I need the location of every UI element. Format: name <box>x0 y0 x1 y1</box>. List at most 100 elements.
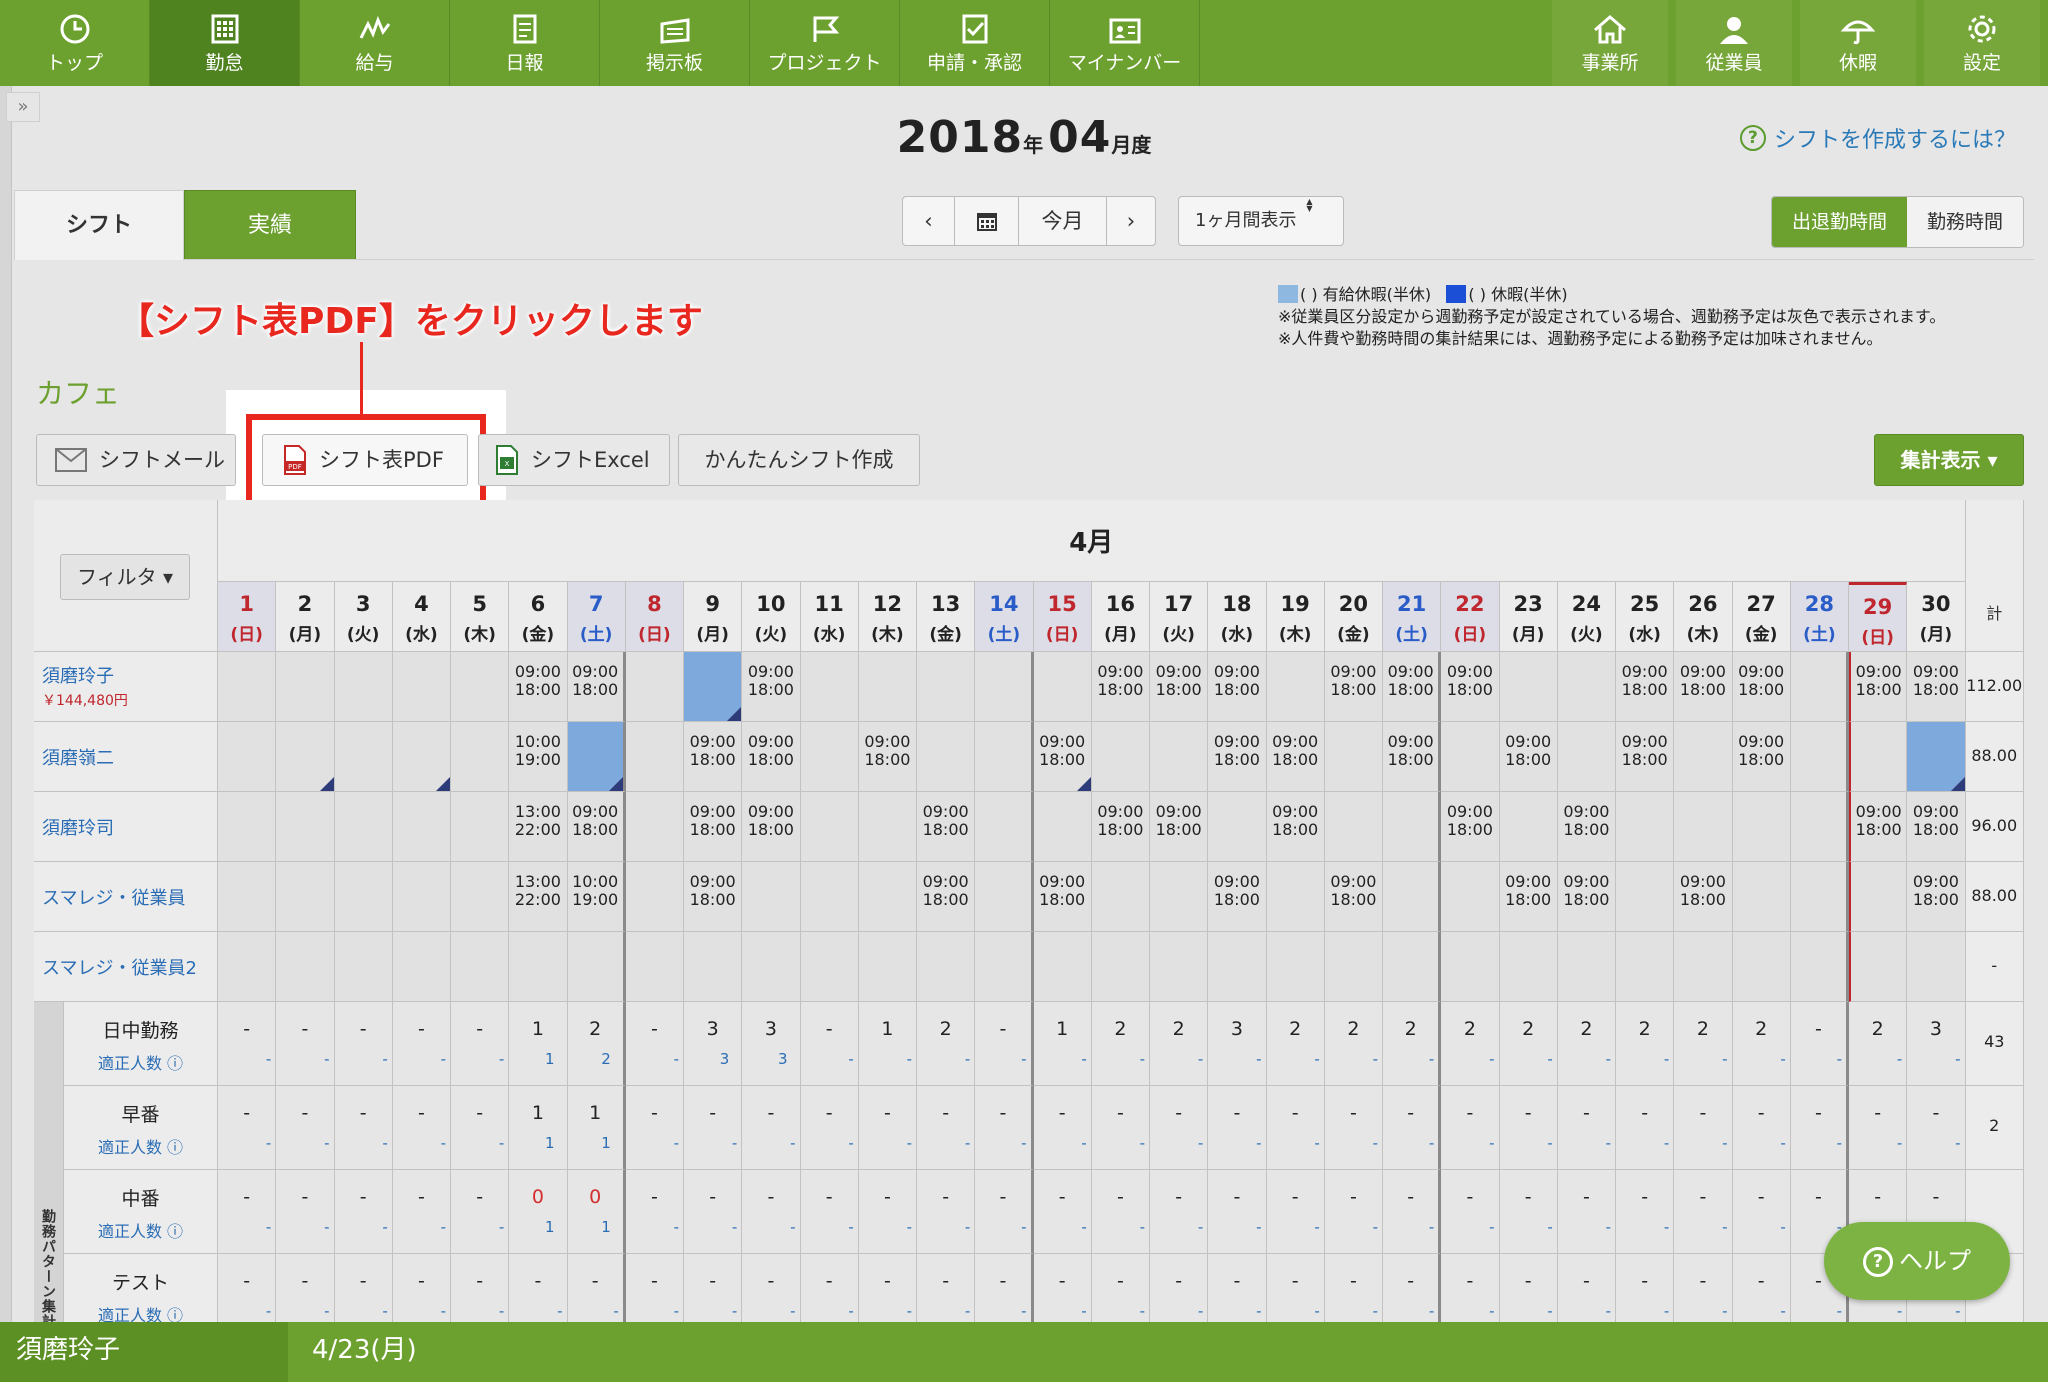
shift-cell[interactable] <box>509 932 568 1002</box>
shift-cell[interactable]: 09:00 18:00 <box>1208 652 1267 722</box>
shift-cell[interactable]: 09:00 18:00 <box>1557 792 1616 862</box>
shift-cell[interactable] <box>1674 722 1733 792</box>
pattern-sub[interactable]: 適正人数 ⓘ <box>64 1218 217 1242</box>
shift-cell[interactable] <box>334 862 393 932</box>
shift-cell[interactable] <box>1324 792 1383 862</box>
shift-cell[interactable]: 09:00 18:00 <box>1732 722 1791 792</box>
shift-cell[interactable] <box>218 722 277 792</box>
nav-kyuyo[interactable]: 給与 <box>300 0 450 86</box>
shift-cell[interactable]: 09:00 18:00 <box>1499 722 1558 792</box>
toggle-clock-time[interactable]: 出退勤時間 <box>1771 197 1907 247</box>
shift-cell[interactable] <box>1907 722 1966 792</box>
shift-cell[interactable] <box>1033 652 1092 722</box>
shift-cell[interactable] <box>1616 792 1675 862</box>
shift-cell[interactable] <box>1383 932 1442 1002</box>
shift-cell[interactable] <box>975 792 1034 862</box>
shift-cell[interactable] <box>451 862 510 932</box>
shift-cell[interactable]: 09:00 18:00 <box>684 722 743 792</box>
shift-excel-button[interactable]: X シフトExcel <box>478 434 670 486</box>
shift-cell[interactable]: 09:00 18:00 <box>917 862 976 932</box>
shift-cell[interactable]: 10:00 19:00 <box>567 862 626 932</box>
shift-cell[interactable] <box>858 652 917 722</box>
shift-cell[interactable] <box>1557 722 1616 792</box>
shift-cell[interactable] <box>567 722 626 792</box>
aggregate-display-button[interactable]: 集計表示 ▾ <box>1874 434 2024 486</box>
shift-cell[interactable] <box>917 722 976 792</box>
shift-cell[interactable] <box>1499 932 1558 1002</box>
shift-cell[interactable] <box>276 792 335 862</box>
nav-kintai[interactable]: 勤怠 <box>150 0 300 86</box>
shift-cell[interactable] <box>1324 722 1383 792</box>
shift-cell[interactable] <box>1208 932 1267 1002</box>
shift-cell[interactable] <box>1849 722 1908 792</box>
pattern-sub[interactable]: 適正人数 ⓘ <box>64 1050 217 1074</box>
shift-cell[interactable] <box>392 722 451 792</box>
filter-dropdown[interactable]: フィルタ ▾ <box>60 554 190 600</box>
calendar-button[interactable] <box>955 197 1019 245</box>
shift-cell[interactable] <box>1091 862 1150 932</box>
tab-actual[interactable]: 実績 <box>184 190 356 260</box>
shift-cell[interactable] <box>1616 862 1675 932</box>
shift-cell[interactable] <box>1674 792 1733 862</box>
shift-cell[interactable]: 09:00 18:00 <box>917 792 976 862</box>
nav-jigyosho[interactable]: 事業所 <box>1548 0 1668 86</box>
employee-row-name[interactable]: 須磨玲司 <box>34 792 218 862</box>
shift-cell[interactable] <box>1907 932 1966 1002</box>
shift-cell[interactable]: 09:00 18:00 <box>1033 722 1092 792</box>
shift-cell[interactable] <box>1790 652 1849 722</box>
shift-cell[interactable]: 09:00 18:00 <box>1324 862 1383 932</box>
shift-cell[interactable] <box>276 652 335 722</box>
next-month-button[interactable]: › <box>1107 197 1155 245</box>
shift-cell[interactable]: 09:00 18:00 <box>1383 722 1442 792</box>
shift-cell[interactable]: 09:00 18:00 <box>742 722 801 792</box>
shift-cell[interactable]: 09:00 18:00 <box>1849 652 1908 722</box>
shift-cell[interactable] <box>1150 932 1209 1002</box>
shift-cell[interactable] <box>218 932 277 1002</box>
shift-cell[interactable]: 09:00 18:00 <box>684 862 743 932</box>
shift-cell[interactable] <box>975 932 1034 1002</box>
shift-cell[interactable] <box>1499 652 1558 722</box>
shift-cell[interactable]: 09:00 18:00 <box>1383 652 1442 722</box>
shift-cell[interactable] <box>684 652 743 722</box>
shift-cell[interactable] <box>276 862 335 932</box>
shift-cell[interactable] <box>858 862 917 932</box>
pattern-sub[interactable]: 適正人数 ⓘ <box>64 1134 217 1158</box>
shift-cell[interactable]: 09:00 18:00 <box>1732 652 1791 722</box>
shift-cell[interactable] <box>1383 862 1442 932</box>
shift-cell[interactable] <box>1441 862 1500 932</box>
shift-cell[interactable] <box>334 792 393 862</box>
tab-shift[interactable]: シフト <box>14 190 184 260</box>
shift-cell[interactable] <box>451 792 510 862</box>
shift-cell[interactable] <box>334 722 393 792</box>
shift-cell[interactable] <box>858 932 917 1002</box>
shift-cell[interactable] <box>334 932 393 1002</box>
toggle-work-hours[interactable]: 勤務時間 <box>1906 197 2023 247</box>
period-select[interactable]: 1ヶ月間表示 <box>1178 196 1344 246</box>
employee-row-name[interactable]: 須磨嶺二 <box>34 722 218 792</box>
shift-cell[interactable]: 09:00 18:00 <box>742 652 801 722</box>
shift-cell[interactable] <box>1033 932 1092 1002</box>
shift-cell[interactable] <box>625 792 684 862</box>
shift-cell[interactable]: 09:00 18:00 <box>1324 652 1383 722</box>
shift-cell[interactable] <box>917 932 976 1002</box>
shift-cell[interactable]: 09:00 18:00 <box>1907 792 1966 862</box>
shift-cell[interactable] <box>625 722 684 792</box>
shift-cell[interactable] <box>1674 932 1733 1002</box>
shift-cell[interactable] <box>975 862 1034 932</box>
shift-cell[interactable] <box>742 932 801 1002</box>
shift-cell[interactable]: 13:00 22:00 <box>509 792 568 862</box>
shift-cell[interactable] <box>392 652 451 722</box>
shift-cell[interactable] <box>334 652 393 722</box>
shift-cell[interactable] <box>800 792 859 862</box>
shift-cell[interactable]: 10:00 19:00 <box>509 722 568 792</box>
nav-kyuka[interactable]: 休暇 <box>1796 0 1916 86</box>
shift-cell[interactable] <box>218 862 277 932</box>
shift-cell[interactable]: 09:00 18:00 <box>1208 862 1267 932</box>
shift-cell[interactable] <box>1266 652 1325 722</box>
shift-cell[interactable] <box>1849 862 1908 932</box>
shift-cell[interactable] <box>625 862 684 932</box>
shift-cell[interactable] <box>1557 652 1616 722</box>
shift-cell[interactable] <box>1732 792 1791 862</box>
shift-cell[interactable] <box>1616 932 1675 1002</box>
shift-cell[interactable] <box>1441 722 1500 792</box>
